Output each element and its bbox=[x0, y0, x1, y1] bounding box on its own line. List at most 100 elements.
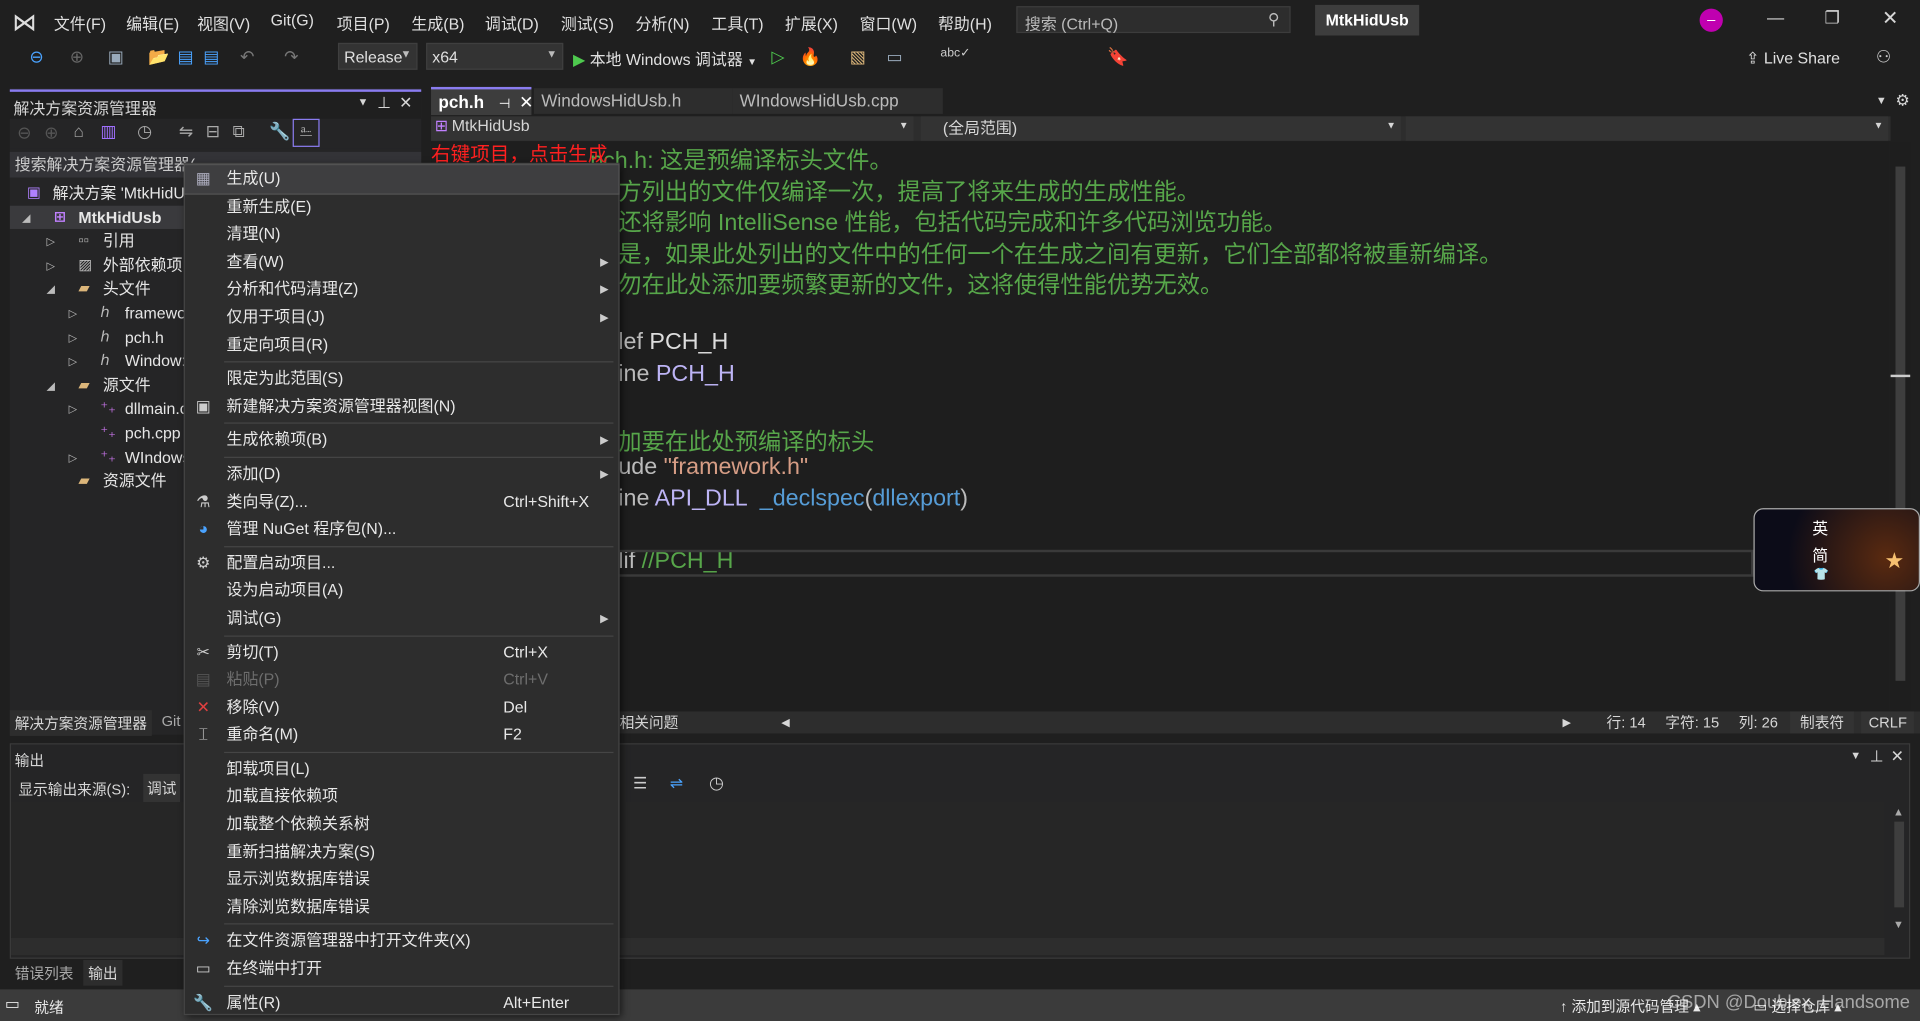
show-all-files-icon[interactable]: ⧉ bbox=[233, 121, 245, 142]
tree-item[interactable]: ◢ ▰ 源文件 bbox=[10, 373, 184, 396]
context-menu-item[interactable]: 重新扫描解决方案(S) bbox=[185, 838, 618, 866]
tab-solution-explorer[interactable]: 解决方案资源管理器 bbox=[9, 710, 152, 736]
pending-changes-icon[interactable]: ◷ bbox=[137, 121, 152, 142]
context-menu-item[interactable]: ✕ 移除(V) Del bbox=[185, 694, 618, 722]
undo-icon[interactable]: ↶ bbox=[240, 47, 254, 68]
context-menu-item[interactable]: 调试(G) ▶ bbox=[185, 605, 618, 633]
context-menu-item[interactable]: 添加(D) ▶ bbox=[185, 460, 618, 488]
menu-item[interactable]: Git(G) bbox=[271, 11, 314, 29]
forward-icon[interactable]: ⊕ bbox=[70, 47, 84, 68]
new-project-icon[interactable]: ▣ bbox=[108, 47, 124, 68]
tree-item[interactable]: ▣ 解决方案 'MtkHidU bbox=[10, 181, 184, 204]
tab-windowshidusb-cpp[interactable]: WIndowsHidUsb.cpp bbox=[732, 88, 943, 114]
window-layout-icon[interactable]: ▭ bbox=[887, 47, 903, 68]
start-debugging-button[interactable]: ▶ 本地 Windows 调试器 ▼ bbox=[573, 47, 757, 70]
ime-widget[interactable]: 英 简 ★ 👕 bbox=[1753, 508, 1920, 592]
tree-item[interactable]: ▷ ℎ Window: bbox=[10, 349, 184, 372]
output-vertical-scrollbar[interactable]: ▲ ▼ bbox=[1889, 803, 1909, 938]
menu-item[interactable]: 测试(S) bbox=[561, 11, 614, 34]
tree-item[interactable]: ▷ ℎ pch.h bbox=[10, 325, 184, 348]
minimize-button[interactable]: — bbox=[1767, 7, 1784, 27]
context-menu-item[interactable]: 生成依赖项(B) ▶ bbox=[185, 427, 618, 455]
context-menu-item[interactable]: 查看(W) ▶ bbox=[185, 248, 618, 276]
menu-item[interactable]: 分析(N) bbox=[636, 11, 690, 34]
back-icon[interactable]: ⊖ bbox=[17, 122, 31, 143]
pin-icon[interactable]: ⊣ bbox=[499, 97, 511, 112]
context-menu-item[interactable]: 分析和代码清理(Z) ▶ bbox=[185, 276, 618, 304]
context-menu-item[interactable]: ▦ 生成(U) bbox=[183, 164, 620, 195]
pin-icon[interactable]: ⊥ bbox=[377, 93, 391, 113]
tab-pch-h[interactable]: pch.h ⊣ ✕ bbox=[431, 86, 533, 116]
tab-list-icon[interactable]: ▼ bbox=[1876, 94, 1887, 106]
context-menu-item[interactable]: 🔧 属性(R) Alt+Enter bbox=[185, 989, 618, 1017]
collapsed-arrow-icon[interactable]: ▷ bbox=[69, 326, 77, 349]
collapsed-arrow-icon[interactable]: ▷ bbox=[47, 230, 55, 253]
restore-button[interactable]: ❐ bbox=[1824, 7, 1839, 28]
context-menu-item[interactable]: 加载整个依赖关系树 bbox=[185, 811, 618, 839]
expanded-arrow-icon[interactable]: ◢ bbox=[22, 206, 30, 229]
context-menu-item[interactable]: ↪ 在文件资源管理器中打开文件夹(X) bbox=[185, 927, 618, 955]
feedback-icon[interactable]: ⚇ bbox=[1876, 47, 1891, 68]
preview-icon[interactable]: ⎁ bbox=[292, 118, 320, 147]
scroll-left-icon[interactable]: ◀ bbox=[781, 711, 789, 733]
editor-vertical-scrollbar[interactable] bbox=[1890, 142, 1911, 711]
avatar[interactable]: – bbox=[1699, 8, 1723, 32]
save-icon[interactable]: ▤ bbox=[178, 47, 194, 68]
context-menu-item[interactable]: 显示浏览数据库错误 bbox=[185, 866, 618, 894]
tab-error-list[interactable]: 错误列表 bbox=[15, 962, 74, 983]
collapsed-arrow-icon[interactable]: ▷ bbox=[69, 446, 77, 469]
tree-item[interactable]: ▷ ▫▫ 引用 bbox=[10, 229, 184, 252]
home-icon[interactable]: ⌂ bbox=[73, 121, 83, 141]
eol-indicator[interactable]: CRLF bbox=[1861, 711, 1915, 734]
scope-dropdown[interactable]: (全局范围) ▼ bbox=[920, 116, 1401, 141]
tree-item[interactable]: ▷ ℎ framewo bbox=[10, 301, 184, 324]
collapsed-arrow-icon[interactable]: ▷ bbox=[69, 302, 77, 325]
live-share-button[interactable]: ⇪ Live Share bbox=[1746, 49, 1840, 69]
bookmark-icon[interactable]: 🔖 bbox=[1107, 47, 1128, 68]
find-in-files-icon[interactable]: ▧ bbox=[850, 47, 866, 68]
close-button[interactable]: ✕ bbox=[1882, 6, 1898, 30]
close-panel-icon[interactable]: ✕ bbox=[399, 93, 412, 113]
menu-item[interactable]: 扩展(X) bbox=[785, 11, 838, 34]
menu-item[interactable]: 调试(D) bbox=[485, 11, 539, 34]
start-without-debugging-icon[interactable]: ▷ bbox=[771, 47, 784, 68]
ime-mode[interactable]: 简 bbox=[1812, 542, 1828, 565]
search-input[interactable]: 搜索 (Ctrl+Q) ⚲ bbox=[1016, 6, 1291, 34]
collapsed-arrow-icon[interactable]: ▷ bbox=[69, 350, 77, 373]
ime-lang[interactable]: 英 bbox=[1812, 516, 1828, 539]
tree-item[interactable]: ▷ ⁺₊ dllmain.c bbox=[10, 397, 184, 420]
panel-menu-icon[interactable]: ▼ bbox=[358, 96, 369, 108]
switch-views-icon[interactable]: ▥ bbox=[100, 121, 116, 142]
tab-windowshidusb-h[interactable]: WindowsHidUsb.h bbox=[533, 88, 733, 114]
clock-icon[interactable]: ◷ bbox=[709, 773, 724, 794]
notification-icon[interactable]: ▭ bbox=[5, 994, 20, 1014]
tab-git[interactable]: Git bbox=[162, 713, 181, 730]
menu-item[interactable]: 窗口(W) bbox=[860, 11, 917, 34]
member-dropdown[interactable]: ▼ bbox=[1405, 116, 1889, 141]
tree-item[interactable]: ▷ ⁺₊ WIndows bbox=[10, 445, 184, 468]
code-editor[interactable]: pch.h: 这是预编译标头文件。 方列出的文件仅编译一次，提高了将来生成的生成性… bbox=[431, 142, 1889, 711]
close-tab-icon[interactable]: ✕ bbox=[519, 92, 533, 112]
hot-reload-icon[interactable]: 🔥 bbox=[800, 47, 821, 68]
context-menu-item[interactable]: ⚗ 类向导(Z)... Ctrl+Shift+X bbox=[185, 488, 618, 516]
context-menu-item[interactable]: ⚙ 配置启动项目... bbox=[185, 549, 618, 577]
menu-item[interactable]: 编辑(E) bbox=[126, 11, 179, 34]
tab-output[interactable]: 输出 bbox=[83, 960, 123, 986]
tree-item[interactable]: ◢ ⊞ MtkHidUsb bbox=[9, 205, 184, 229]
context-menu-item[interactable]: 清理(N) bbox=[185, 221, 618, 249]
context-menu-item[interactable]: 仅用于项目(J) ▶ bbox=[185, 304, 618, 332]
panel-menu-icon[interactable]: ▼ bbox=[1850, 749, 1861, 761]
spell-check-icon[interactable]: abc✓ bbox=[940, 47, 970, 60]
collapse-all-icon[interactable]: ⊟ bbox=[206, 121, 220, 142]
context-menu-item[interactable]: ✂ 剪切(T) Ctrl+X bbox=[185, 639, 618, 667]
word-wrap-icon[interactable]: ⇌ bbox=[670, 774, 683, 794]
gear-icon[interactable]: ⚙ bbox=[1896, 91, 1910, 111]
menu-item[interactable]: 生成(B) bbox=[411, 11, 464, 34]
tree-item[interactable]: ▷ ▨ 外部依赖项 bbox=[10, 253, 184, 276]
context-menu-item[interactable]: 限定为此范围(S) bbox=[185, 365, 618, 393]
context-menu-item[interactable]: 设为启动项目(A) bbox=[185, 577, 618, 605]
sync-icon[interactable]: ⇋ bbox=[179, 121, 193, 142]
platform-select[interactable]: x64 ▼ bbox=[426, 42, 564, 70]
collapsed-arrow-icon[interactable]: ▷ bbox=[47, 254, 55, 277]
tree-item[interactable]: ▰ 资源文件 bbox=[10, 469, 184, 492]
